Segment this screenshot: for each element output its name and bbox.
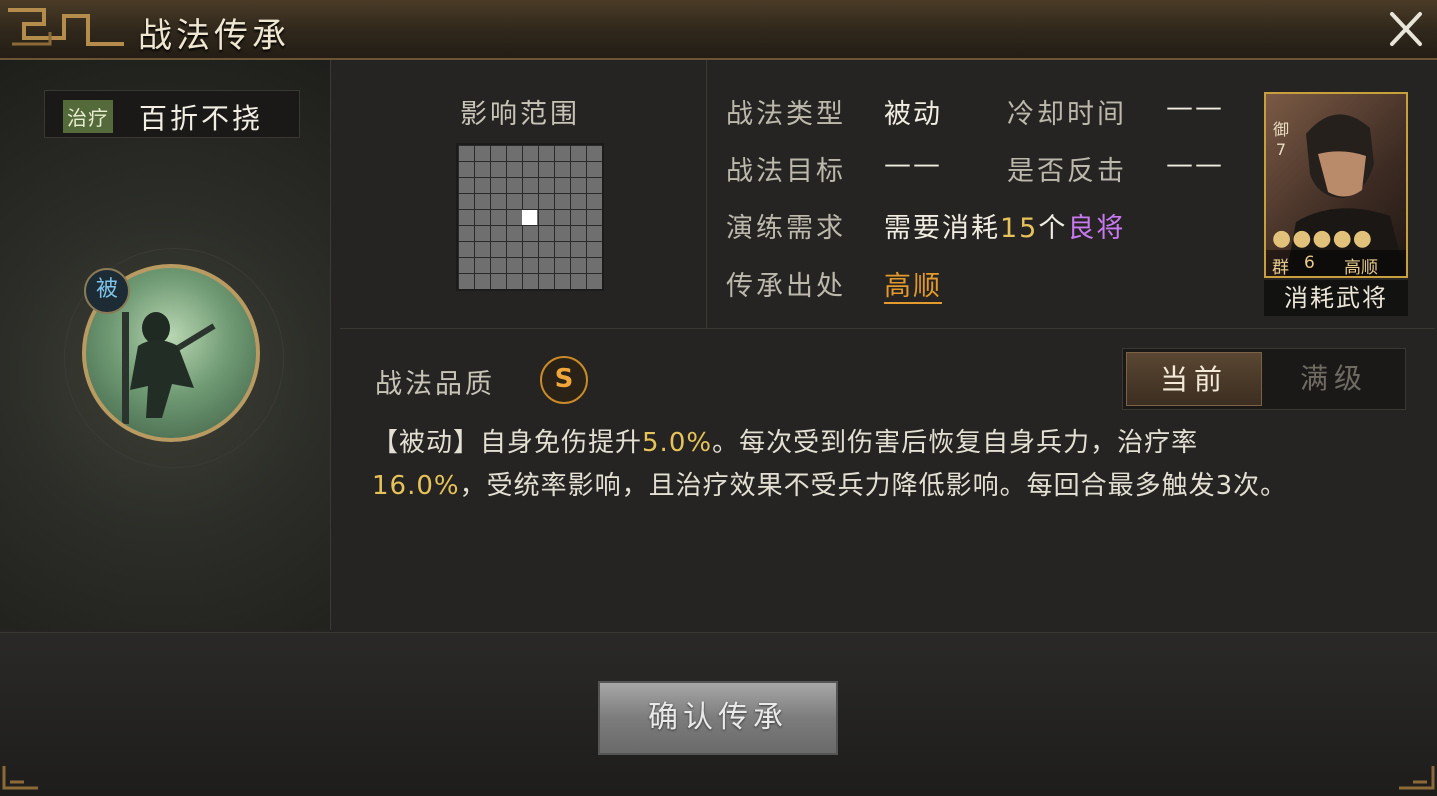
unit-type-label: 御 — [1272, 120, 1289, 139]
skill-category-tag: 治疗 — [63, 100, 113, 133]
requirement-prefix: 需要消耗 — [884, 213, 1000, 244]
level-tabs: 当前 满级 — [1122, 348, 1406, 410]
hero-stars: ●●●●● — [1272, 226, 1373, 251]
desc-part: ，受统率影响，且治疗效果不受兵力降低影响。每回合最多触发3次。 — [459, 471, 1288, 501]
requirement-key: 演练需求 — [726, 213, 846, 244]
source-key: 传承出处 — [726, 271, 846, 302]
counter-key: 是否反击 — [1007, 156, 1127, 187]
skill-description: 【被动】自身免伤提升5.0%。每次受到伤害后恢复自身兵力，治疗率 16.0%，受统… — [372, 422, 1362, 508]
consume-hero-label: 消耗武将 — [1264, 280, 1408, 316]
requirement-value: 需要消耗15个良将 — [884, 206, 1125, 245]
hero-cost: 6 — [1304, 253, 1315, 273]
quality-label: 战法品质 — [375, 369, 495, 400]
range-target-cell — [522, 210, 537, 225]
corner-ornament-icon — [2, 766, 38, 790]
divider — [340, 328, 1435, 329]
hero-card[interactable]: 御 7 ●●●●● 群 6 高顺 — [1264, 92, 1408, 278]
requirement-unit: 个 — [1038, 213, 1068, 244]
hero-faction: 群 — [1272, 258, 1289, 278]
requirement-count: 15 — [1000, 213, 1039, 244]
divider — [706, 60, 707, 328]
cooldown-value: —— — [1166, 92, 1224, 123]
source-hero-name[interactable]: 高顺 — [884, 271, 942, 304]
skill-type-key: 战法类型 — [726, 99, 846, 130]
requirement-item: 良将 — [1067, 213, 1126, 244]
quality-grade-badge: S — [540, 356, 588, 404]
close-icon[interactable] — [1384, 8, 1428, 50]
source-link[interactable]: 高顺 — [884, 264, 942, 304]
skill-label: 治疗 百折不挠 — [44, 90, 300, 138]
tab-max-level[interactable]: 满级 — [1266, 352, 1402, 406]
desc-value: 5.0% — [642, 428, 713, 458]
passive-badge: 被 — [84, 268, 130, 314]
unit-level: 7 — [1275, 140, 1287, 159]
counter-value: —— — [1166, 149, 1224, 180]
unit-type: 御 7 — [1270, 120, 1292, 160]
tab-current[interactable]: 当前 — [1126, 352, 1262, 406]
skill-name: 百折不挠 — [139, 102, 264, 135]
title-ornament-icon — [8, 8, 124, 46]
desc-part: 【被动】自身免伤提升 — [372, 428, 643, 458]
hero-name: 高顺 — [1344, 258, 1378, 278]
hero-card-footer: 群 6 高顺 — [1266, 250, 1406, 276]
corner-ornament-icon — [1399, 766, 1435, 790]
desc-value: 16.0% — [372, 471, 460, 501]
window-title: 战法传承 — [138, 16, 290, 56]
target-value: —— — [884, 149, 942, 180]
desc-part: 。每次受到伤害后恢复自身兵力，治疗率 — [712, 428, 1199, 458]
cooldown-key: 冷却时间 — [1007, 99, 1127, 130]
range-label: 影响范围 — [460, 99, 580, 130]
title-bar: 战法传承 — [0, 0, 1437, 60]
confirm-inherit-button[interactable]: 确认传承 — [598, 681, 838, 755]
target-key: 战法目标 — [726, 156, 846, 187]
skill-type-value: 被动 — [884, 99, 942, 130]
